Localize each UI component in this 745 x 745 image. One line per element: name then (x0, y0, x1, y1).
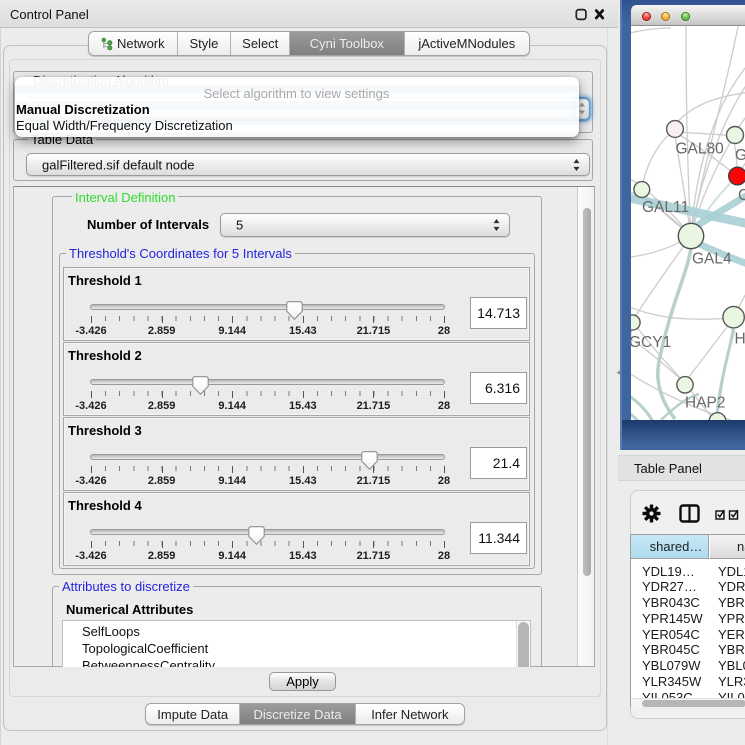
svg-text:GA: GA (735, 147, 745, 164)
svg-text:GCY1: GCY1 (631, 334, 671, 351)
svg-text:C: C (738, 187, 745, 204)
svg-text:GAL4: GAL4 (692, 251, 732, 268)
svg-text:GAL80: GAL80 (676, 141, 725, 158)
svg-text:HAP2: HAP2 (685, 395, 726, 412)
svg-text:GAL11: GAL11 (642, 199, 689, 216)
svg-text:H: H (735, 331, 745, 348)
